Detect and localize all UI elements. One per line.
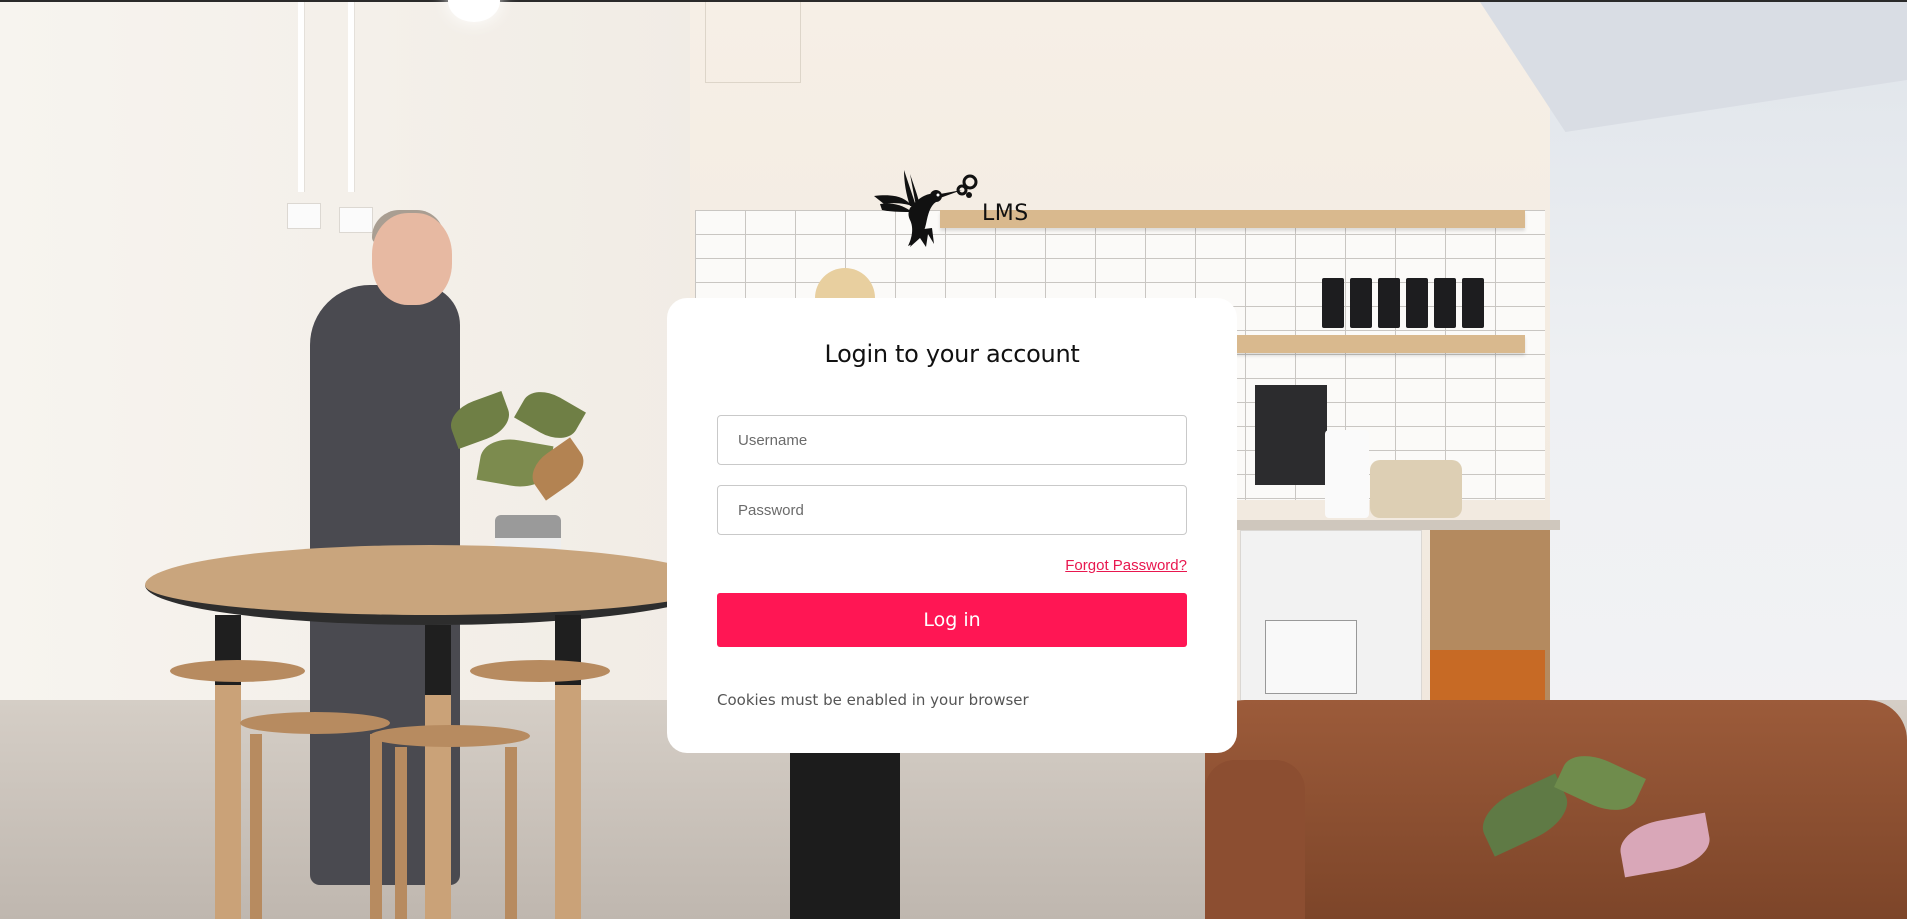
username-field[interactable]	[717, 415, 1187, 465]
login-title: Login to your account	[824, 340, 1080, 368]
hummingbird-icon	[870, 168, 980, 253]
brand-logo: LMS	[870, 168, 1040, 253]
cookies-notice: Cookies must be enabled in your browser	[717, 691, 1029, 709]
login-card: Login to your account Forgot Password? L…	[667, 298, 1237, 753]
login-page: LMS Login to your account Forgot Passwor…	[0, 0, 1907, 919]
brand-name: LMS	[982, 200, 1029, 226]
forgot-password-link[interactable]: Forgot Password?	[1065, 557, 1187, 574]
password-field[interactable]	[717, 485, 1187, 535]
login-button[interactable]: Log in	[717, 593, 1187, 647]
